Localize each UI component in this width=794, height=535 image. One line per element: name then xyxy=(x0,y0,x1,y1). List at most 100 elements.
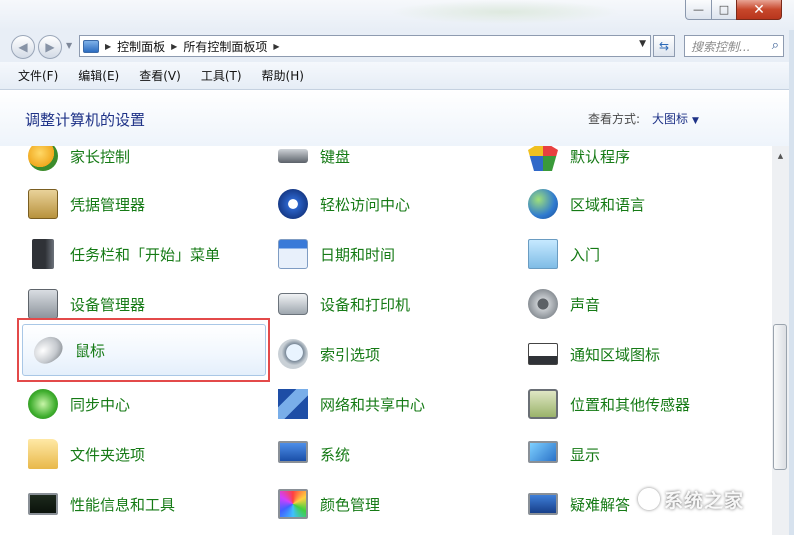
item-label: 疑难解答 xyxy=(570,495,631,514)
sound-icon-shape xyxy=(528,289,558,319)
getting-started-icon-shape xyxy=(528,239,558,269)
taskbar-start-menu-icon xyxy=(26,237,60,271)
menu-view[interactable]: 查看(V) xyxy=(129,67,191,84)
taskbar-start-menu-icon-shape xyxy=(32,239,54,269)
control-panel-item[interactable]: 网络和共享中心 xyxy=(268,380,518,428)
keyboard-icon xyxy=(276,146,310,173)
search-icon[interactable]: ⌕ xyxy=(772,38,779,53)
item-label: 设备管理器 xyxy=(70,295,146,314)
view-by-label: 查看方式: xyxy=(588,112,641,126)
page-title: 调整计算机的设置 xyxy=(25,111,146,129)
devices-printers-icon-shape xyxy=(278,293,308,315)
control-panel-item[interactable]: 声音 xyxy=(518,280,768,328)
control-panel-item[interactable]: 日期和时间 xyxy=(268,230,518,278)
color-management-icon xyxy=(276,487,310,521)
control-panel-items: 家长控制 键盘 默认程序凭据管理器 轻松访问中心 区域和语言任务栏和「开始」菜单 日期和时… xyxy=(0,146,772,535)
item-label: 性能信息和工具 xyxy=(70,495,176,514)
menu-edit[interactable]: 编辑(E) xyxy=(68,67,129,84)
control-panel-item[interactable]: 系统 xyxy=(268,430,518,478)
control-panel-icon xyxy=(83,39,99,53)
item-label: 轻松访问中心 xyxy=(320,195,411,214)
control-panel-item[interactable]: 键盘 xyxy=(268,146,518,180)
search-placeholder: 搜索控制... xyxy=(691,39,751,54)
credential-manager-icon xyxy=(26,187,60,221)
control-panel-item[interactable]: 轻松访问中心 xyxy=(268,180,518,228)
content-header: 调整计算机的设置 查看方式: 大图标 ▼ xyxy=(0,90,794,146)
forward-button[interactable]: ▶ xyxy=(38,35,62,59)
scrollbar-thumb[interactable] xyxy=(773,324,787,470)
color-management-icon-shape xyxy=(278,489,308,519)
notification-area-icon xyxy=(526,337,560,371)
notification-area-icon-shape xyxy=(528,343,558,365)
watermark-text: 系统之家 xyxy=(664,490,745,512)
control-panel-item[interactable]: 设备和打印机 xyxy=(268,280,518,328)
scroll-up-icon[interactable]: ▲ xyxy=(772,148,789,164)
close-button[interactable]: ✕ xyxy=(736,0,782,20)
menu-help[interactable]: 帮助(H) xyxy=(252,67,314,84)
default-programs-icon-shape xyxy=(528,146,558,171)
breadcrumb-control-panel[interactable]: 控制面板 xyxy=(117,38,165,55)
item-label: 家长控制 xyxy=(70,147,131,166)
title-bar: — □ ✕ xyxy=(0,0,794,30)
item-label: 索引选项 xyxy=(320,345,381,364)
control-panel-item[interactable]: 默认程序 xyxy=(518,146,768,180)
view-by-dropdown[interactable]: 大图标 ▼ xyxy=(652,110,699,127)
item-label: 设备和打印机 xyxy=(320,295,411,314)
item-label: 文件夹选项 xyxy=(70,445,146,464)
date-time-icon xyxy=(276,237,310,271)
refresh-button[interactable]: ⇆ xyxy=(653,35,675,57)
chevron-down-icon: ▼ xyxy=(692,116,699,126)
title-glow xyxy=(390,0,620,24)
forward-arrow-icon: ▶ xyxy=(45,40,55,54)
control-panel-item[interactable]: 鼠标 xyxy=(22,324,266,376)
menu-tools[interactable]: 工具(T) xyxy=(191,67,252,84)
keyboard-icon-shape xyxy=(278,149,308,163)
control-panel-item[interactable]: 索引选项 xyxy=(268,330,518,378)
menu-bar: 文件(F) 编辑(E) 查看(V) 工具(T) 帮助(H) xyxy=(0,62,794,90)
recent-pages-dropdown[interactable]: ▼ xyxy=(66,41,72,50)
maximize-button[interactable]: □ xyxy=(711,0,737,20)
control-panel-item[interactable]: 入门 xyxy=(518,230,768,278)
breadcrumb-arrow-icon[interactable]: ▶ xyxy=(105,42,111,51)
breadcrumb-arrow-icon[interactable]: ▶ xyxy=(171,42,177,51)
back-button[interactable]: ◀ xyxy=(11,35,35,59)
system-icon xyxy=(276,437,310,471)
region-language-icon-shape xyxy=(528,189,558,219)
search-input[interactable]: 搜索控制... ⌕ xyxy=(684,35,784,57)
indexing-options-icon xyxy=(276,337,310,371)
vertical-scrollbar[interactable]: ▲ xyxy=(772,146,789,535)
control-panel-item[interactable]: 颜色管理 xyxy=(268,480,518,528)
date-time-icon-shape xyxy=(278,239,308,269)
item-label: 默认程序 xyxy=(570,147,631,166)
item-label: 鼠标 xyxy=(75,341,106,360)
control-panel-item[interactable]: 位置和其他传感器 xyxy=(518,380,768,428)
region-language-icon xyxy=(526,187,560,221)
indexing-options-icon-shape xyxy=(278,339,308,369)
control-panel-item[interactable]: 文件夹选项 xyxy=(18,430,268,478)
control-panel-item[interactable]: 通知区域图标 xyxy=(518,330,768,378)
control-panel-item[interactable]: 任务栏和「开始」菜单 xyxy=(18,230,268,278)
control-panel-item[interactable]: 家长控制 xyxy=(18,146,268,180)
control-panel-item[interactable]: 性能信息和工具 xyxy=(18,480,268,528)
breadcrumb-arrow-icon[interactable]: ▶ xyxy=(273,42,279,51)
sync-center-icon-shape xyxy=(28,389,58,419)
credential-manager-icon-shape xyxy=(28,189,58,219)
control-panel-item[interactable]: 显示 xyxy=(518,430,768,478)
menu-file[interactable]: 文件(F) xyxy=(8,67,68,84)
breadcrumb-all-items[interactable]: 所有控制面板项 xyxy=(183,38,267,55)
control-panel-item[interactable]: 同步中心 xyxy=(18,380,268,428)
address-dropdown-icon[interactable]: ▼ xyxy=(639,39,646,49)
devices-printers-icon xyxy=(276,287,310,321)
device-manager-icon xyxy=(26,287,60,321)
item-label: 凭据管理器 xyxy=(70,195,146,214)
mouse-icon-shape xyxy=(28,331,68,369)
control-panel-item[interactable]: 凭据管理器 xyxy=(18,180,268,228)
watermark: 系统之家 xyxy=(638,486,744,513)
control-panel-item[interactable]: 区域和语言 xyxy=(518,180,768,228)
minimize-button[interactable]: — xyxy=(685,0,712,20)
item-label: 区域和语言 xyxy=(570,195,646,214)
item-label: 键盘 xyxy=(320,147,351,166)
address-bar[interactable]: ▶ 控制面板 ▶ 所有控制面板项 ▶ ▼ xyxy=(79,35,651,57)
performance-tools-icon-shape xyxy=(28,493,58,515)
control-panel-item[interactable]: 设备管理器 xyxy=(18,280,268,328)
